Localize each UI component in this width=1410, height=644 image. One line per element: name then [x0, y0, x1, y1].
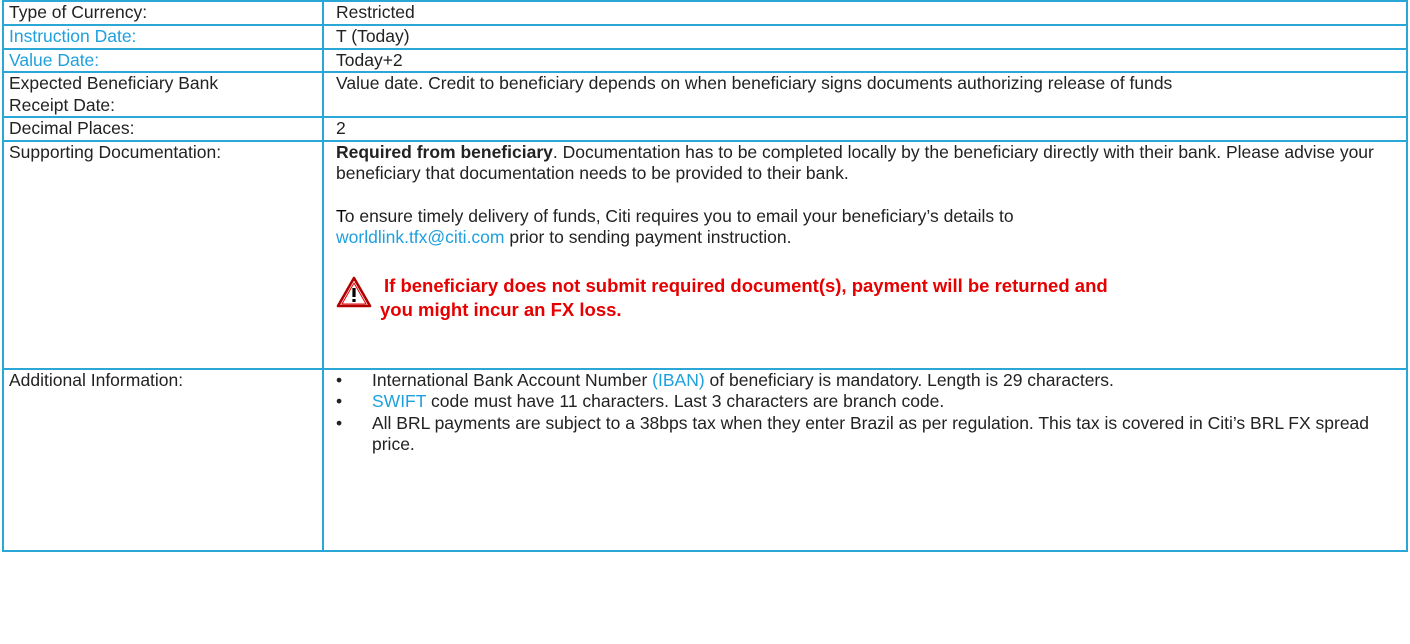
- email-link[interactable]: worldlink.tfx@citi.com: [336, 227, 505, 247]
- supporting-doc-paragraph-1: Required from beneficiary. Documentation…: [336, 142, 1398, 185]
- paragraph-2-tail: prior to sending payment instruction.: [504, 227, 792, 247]
- supporting-doc-paragraph-2: To ensure timely delivery of funds, Citi…: [336, 206, 1398, 249]
- table-row: Expected Beneficiary Bank Receipt Date: …: [2, 71, 1408, 118]
- value-type-of-currency: Restricted: [322, 0, 1408, 26]
- bullet-2-post: code must have 11 characters. Last 3 cha…: [426, 391, 945, 411]
- bullet-3-text: All BRL payments are subject to a 38bps …: [372, 412, 1370, 455]
- list-item: SWIFT code must have 11 characters. Last…: [324, 391, 1398, 413]
- value-instruction-date: T (Today): [322, 24, 1408, 50]
- bullet-1-post: of beneficiary is mandatory. Length is 2…: [704, 369, 1114, 390]
- warning-triangle-icon: [336, 276, 372, 307]
- list-item: All BRL payments are subject to a 38bps …: [324, 413, 1398, 456]
- label-decimal-places: Decimal Places:: [2, 116, 324, 142]
- label-instruction-date[interactable]: Instruction Date:: [2, 24, 324, 50]
- value-additional-information: International Bank Account Number (IBAN)…: [322, 367, 1408, 552]
- iban-link[interactable]: (IBAN): [652, 370, 705, 390]
- label-type-of-currency: Type of Currency:: [2, 0, 324, 26]
- label-value-date[interactable]: Value Date:: [2, 47, 324, 73]
- swift-link[interactable]: SWIFT: [372, 391, 426, 411]
- label-supporting-documentation: Supporting Documentation:: [2, 139, 324, 370]
- warning-line-2: you might incur an FX loss.: [380, 298, 622, 320]
- table-row: Instruction Date: T (Today): [2, 24, 1408, 50]
- label-expected-receipt-date: Expected Beneficiary Bank Receipt Date:: [2, 71, 324, 118]
- warning-block: If beneficiary does not submit required …: [336, 274, 1398, 322]
- label-additional-information: Additional Information:: [2, 367, 324, 552]
- warning-line-1: If beneficiary does not submit required …: [384, 274, 1108, 296]
- value-value-date: Today+2: [322, 47, 1408, 73]
- value-decimal-places: 2: [322, 116, 1408, 142]
- table-row: Type of Currency: Restricted: [2, 0, 1408, 26]
- paragraph-2-first-letter: T: [336, 205, 345, 226]
- warning-text: If beneficiary does not submit required …: [372, 274, 1108, 322]
- table-row: Value Date: Today+2: [2, 47, 1408, 73]
- table-row: Supporting Documentation: Required from …: [2, 139, 1408, 370]
- additional-info-list: International Bank Account Number (IBAN)…: [324, 370, 1398, 456]
- table-row: Additional Information: International Ba…: [2, 367, 1408, 552]
- label-line-2: Receipt Date:: [9, 94, 116, 115]
- paragraph-2-text: o ensure timely delivery of funds, Citi …: [344, 205, 1014, 226]
- bullet-1-pre: International Bank Account Number: [372, 369, 653, 390]
- table-row: Decimal Places: 2: [2, 116, 1408, 142]
- value-supporting-documentation: Required from beneficiary. Documentation…: [322, 139, 1408, 370]
- label-line-1: Expected Beneficiary Bank: [9, 73, 219, 93]
- value-expected-receipt-date: Value date. Credit to beneficiary depend…: [322, 71, 1408, 118]
- list-item: International Bank Account Number (IBAN)…: [324, 370, 1398, 392]
- required-from-beneficiary: Required from beneficiary: [336, 141, 553, 162]
- currency-info-table: Type of Currency: Restricted Instruction…: [2, 0, 1408, 552]
